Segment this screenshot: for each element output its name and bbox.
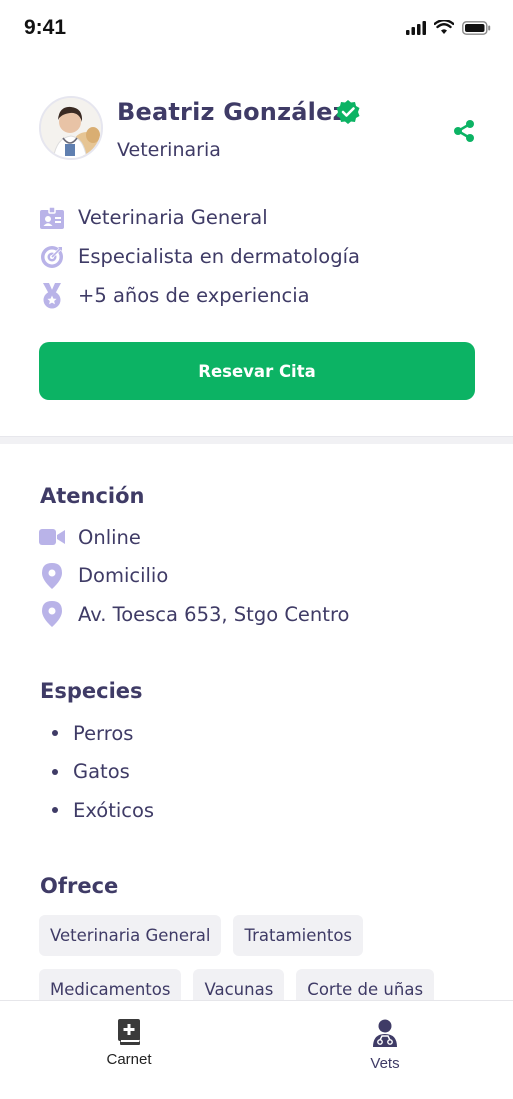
- medal-icon: [39, 282, 65, 309]
- attention-text: Domicilio: [78, 564, 169, 588]
- offers-title: Ofrece: [40, 874, 119, 898]
- video-camera-icon: [39, 524, 65, 550]
- id-badge-icon: [39, 205, 65, 231]
- share-icon: [454, 120, 474, 142]
- vet-name: Beatriz González: [117, 98, 347, 126]
- doctor-icon: [373, 1019, 397, 1047]
- section-divider: [0, 436, 513, 444]
- nav-item-carnet[interactable]: Carnet: [69, 1019, 189, 1068]
- attention-item-home: Domicilio: [39, 557, 479, 596]
- fact-text: +5 años de experiencia: [78, 284, 310, 307]
- bullet-dot: [52, 807, 58, 814]
- species-title: Especies: [40, 679, 143, 703]
- target-icon: [39, 244, 65, 270]
- fact-experience: +5 años de experiencia: [39, 276, 479, 315]
- species-text: Gatos: [73, 760, 130, 784]
- map-pin-icon: [39, 562, 65, 589]
- vet-facts: Veterinaria General Especialista en derm…: [39, 198, 479, 315]
- attention-list: Online Domicilio Av. Toesca 653, Stgo Ce…: [39, 518, 479, 634]
- vet-photo-icon: [41, 98, 101, 158]
- species-item: Exóticos: [52, 791, 452, 830]
- vet-profile-header: Beatriz González Veterinaria: [39, 96, 479, 166]
- species-text: Exóticos: [73, 798, 155, 822]
- nav-label-carnet: Carnet: [106, 1051, 152, 1068]
- signal-icon: [406, 20, 426, 35]
- bullet-dot: [52, 768, 58, 775]
- fact-specialty: Especialista en dermatología: [39, 237, 479, 276]
- bottom-nav: Carnet Vets: [0, 1000, 513, 1099]
- species-item: Gatos: [52, 753, 452, 792]
- offer-chip[interactable]: Veterinaria General: [39, 915, 222, 956]
- medical-book-icon: [118, 1019, 140, 1045]
- status-icons: [406, 20, 491, 35]
- species-list: Perros Gatos Exóticos: [52, 714, 452, 830]
- nav-item-vets[interactable]: Vets: [325, 1019, 445, 1072]
- vet-role: Veterinaria: [117, 139, 221, 161]
- attention-text: Online: [78, 525, 141, 549]
- offer-chip[interactable]: Tratamientos: [233, 915, 364, 956]
- share-button[interactable]: [449, 116, 479, 146]
- species-text: Perros: [73, 721, 134, 745]
- bullet-dot: [52, 730, 58, 737]
- attention-item-address: Av. Toesca 653, Stgo Centro: [39, 595, 479, 634]
- status-time: 9:41: [24, 16, 67, 39]
- fact-text: Especialista en dermatología: [78, 245, 360, 268]
- vet-avatar: [39, 96, 103, 160]
- attention-item-online: Online: [39, 518, 479, 557]
- verified-badge-icon: [335, 99, 361, 129]
- nav-label-vets: Vets: [370, 1055, 400, 1072]
- attention-title: Atención: [40, 484, 145, 508]
- fact-general: Veterinaria General: [39, 198, 479, 237]
- battery-icon: [462, 20, 491, 35]
- map-pin-icon: [39, 601, 65, 628]
- book-appointment-button[interactable]: Resevar Cita: [39, 342, 475, 400]
- species-item: Perros: [52, 714, 452, 753]
- attention-text: Av. Toesca 653, Stgo Centro: [78, 602, 350, 626]
- chip-row: Veterinaria General Tratamientos: [39, 915, 479, 956]
- fact-text: Veterinaria General: [78, 206, 268, 229]
- wifi-icon: [434, 20, 454, 34]
- status-bar: 9:41: [0, 0, 513, 60]
